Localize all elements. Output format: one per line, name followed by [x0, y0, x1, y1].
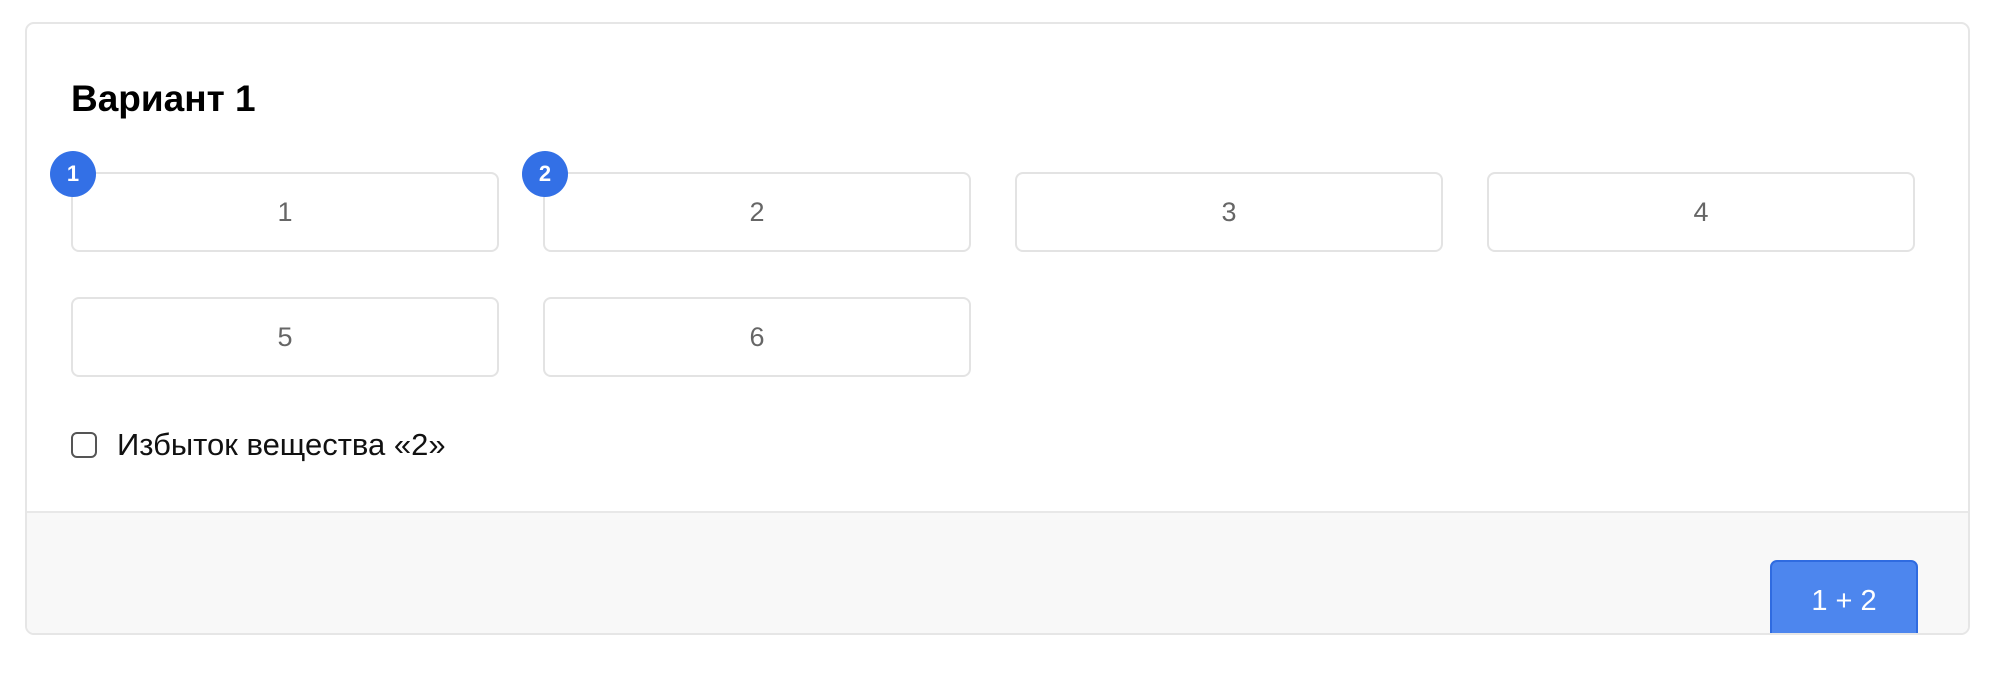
option-button-2[interactable]: 2 2: [522, 151, 971, 252]
option-button-4[interactable]: 4: [1487, 172, 1915, 252]
option-label: 4: [1693, 196, 1709, 227]
option-button-1[interactable]: 1 1: [50, 151, 499, 252]
card-footer: [27, 511, 1968, 633]
option-label: 2: [749, 196, 765, 227]
excess-checkbox[interactable]: [71, 432, 97, 458]
variant-card: Вариант 1 1 1 2 2 3 4 5 6 Избыток вещест…: [25, 22, 1970, 635]
variant-title: Вариант 1: [71, 78, 256, 119]
selection-order-badge: 2: [522, 151, 568, 197]
option-button-6[interactable]: 6: [543, 297, 971, 377]
option-label: 3: [1221, 196, 1237, 227]
option-label: 6: [749, 321, 765, 352]
excess-checkbox-row[interactable]: Избыток вещества «2»: [71, 427, 446, 463]
option-label: 5: [277, 321, 293, 352]
option-label: 1: [277, 196, 293, 227]
option-button-5[interactable]: 5: [71, 297, 499, 377]
excess-checkbox-label: Избыток вещества «2»: [117, 427, 446, 462]
option-button-3[interactable]: 3: [1015, 172, 1443, 252]
submit-button[interactable]: 1 + 2: [1770, 560, 1918, 633]
selection-order-badge: 1: [50, 151, 96, 197]
